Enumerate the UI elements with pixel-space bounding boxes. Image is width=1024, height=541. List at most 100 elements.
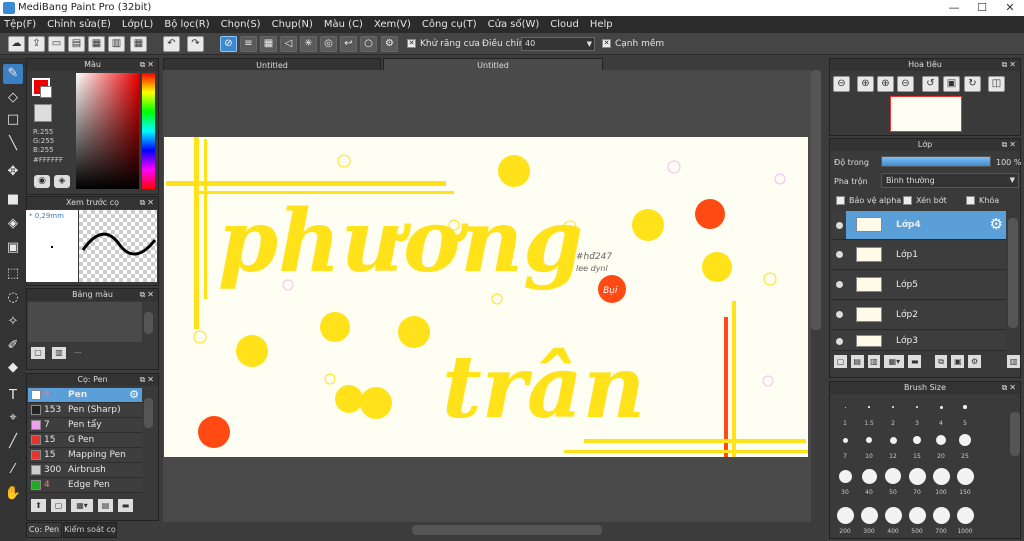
soft-edge-checkbox[interactable]: ✕ (602, 39, 611, 48)
brush-size-dot[interactable] (908, 506, 926, 524)
brush-size-dot[interactable] (956, 467, 974, 485)
dot-tool-icon[interactable]: □ (3, 110, 23, 130)
layer-folder-icon[interactable]: ▬ (908, 355, 922, 368)
operation-tool-icon[interactable]: ⌖ (3, 408, 23, 428)
brush-size-dot[interactable] (913, 436, 921, 444)
menu-select[interactable]: Chọn(S) (221, 19, 261, 30)
palette-area[interactable] (28, 302, 142, 342)
gear-icon[interactable]: ⚙ (129, 388, 139, 401)
zoom-actual-icon[interactable]: ⊖ (897, 76, 914, 92)
color-picker-icon[interactable]: ◈ (54, 175, 70, 188)
snap-settings-icon[interactable]: ⚙ (381, 36, 398, 52)
duplicate-layer-icon[interactable]: ⧉ (934, 355, 948, 368)
trash-icon[interactable]: ▥ (52, 347, 66, 359)
layer-scrollbar[interactable] (1008, 218, 1018, 328)
new-halftone-layer-icon[interactable]: ▤ (850, 355, 864, 368)
eye-icon[interactable] (836, 222, 843, 229)
parallel-snap-icon[interactable]: ≡ (240, 36, 257, 52)
add-brush-icon[interactable]: ⬆ (31, 499, 46, 512)
grid-icon[interactable]: ▦ (130, 36, 147, 52)
eye-icon[interactable] (836, 311, 843, 318)
layer-row[interactable]: Lớp5 (832, 271, 1006, 300)
lasso-tool-icon[interactable]: ◌ (3, 288, 23, 308)
export-icon[interactable]: ⇪ (28, 36, 45, 52)
saturation-value-picker[interactable] (76, 73, 139, 189)
tab-brush-control[interactable]: Kiểm soát cọ (63, 522, 117, 538)
menu-tools[interactable]: Công cụ(T) (422, 19, 477, 30)
hand-tool-icon[interactable]: ✋ (3, 484, 23, 504)
zoom-in-icon[interactable]: ⊕ (857, 76, 874, 92)
opacity-slider[interactable] (881, 156, 991, 167)
snap-off-icon[interactable]: ⊘ (220, 36, 237, 52)
zoom-out-icon[interactable]: ⊖ (833, 76, 850, 92)
chat-icon[interactable]: ▭ (48, 36, 65, 52)
brush-size-dot[interactable] (959, 434, 971, 446)
gear-icon[interactable]: ⚙ (990, 215, 1003, 233)
gradient-tool-icon[interactable]: ▣ (3, 238, 23, 258)
select-pen-icon[interactable]: ✐ (3, 336, 23, 356)
tab-brush[interactable]: Cọ: Pen (26, 522, 62, 538)
brush-item[interactable]: 153 Pen (Sharp) (28, 403, 142, 418)
canvas-vertical-scrollbar[interactable] (811, 70, 821, 330)
folder-icon[interactable]: ▬ (118, 499, 133, 512)
fit-window-icon[interactable]: ▣ (943, 76, 960, 92)
menu-filter[interactable]: Bộ lọc(R) (164, 19, 209, 30)
rotate-left-icon[interactable]: ↺ (922, 76, 939, 92)
brush-settings-icon[interactable]: ▤ (98, 499, 113, 512)
layer-menu-icon[interactable]: ▦▾ (884, 355, 905, 368)
brush-size-dot[interactable] (838, 469, 852, 483)
brush-item[interactable]: 4 Pen ⚙ (28, 388, 142, 403)
flip-icon[interactable]: ◫ (988, 76, 1005, 92)
eye-icon[interactable] (836, 251, 843, 258)
fill-rect-icon[interactable]: ■ (3, 190, 23, 210)
rotate-right-icon[interactable]: ↻ (964, 76, 981, 92)
bucket-tool-icon[interactable]: ◈ (3, 214, 23, 234)
clipping-checkbox[interactable] (903, 196, 912, 205)
delete-layer-icon[interactable]: ▥ (1007, 355, 1021, 368)
divide-tool-icon[interactable]: ╱ (3, 432, 23, 452)
brush-size-dot[interactable] (866, 437, 872, 443)
layer-row[interactable]: Lớp2 (832, 301, 1006, 330)
transparent-color-swatch[interactable] (34, 104, 52, 122)
brush-item[interactable]: 300 Airbrush (28, 463, 142, 478)
menu-view[interactable]: Xem(V) (374, 19, 411, 30)
redo-icon[interactable]: ↷ (187, 36, 204, 52)
curve-snap-icon[interactable]: ↩ (340, 36, 357, 52)
layer-settings-icon[interactable]: ⚙ (968, 355, 982, 368)
circle-snap-icon[interactable]: ◎ (320, 36, 337, 52)
image-layer-icon[interactable]: ▥ (867, 355, 881, 368)
panel-close-icon[interactable]: ⧉✕ (140, 197, 156, 209)
menu-window[interactable]: Cửa số(W) (488, 19, 540, 30)
minimize-button[interactable]: — (940, 0, 968, 16)
layer-row[interactable]: Lớp3 (832, 331, 1006, 351)
panel-close-icon[interactable]: ⧉✕ (1002, 139, 1018, 151)
brush-size-dot[interactable] (868, 406, 870, 408)
menu-help[interactable]: Help (590, 19, 613, 30)
cloud-icon[interactable]: ☁ (8, 36, 25, 52)
panel-close-icon[interactable]: ⧉✕ (1002, 382, 1018, 394)
layer-row[interactable]: Lớp1 (832, 241, 1006, 270)
layer-row[interactable]: Lớp4 ⚙ (846, 211, 1006, 240)
new-brush-icon[interactable]: ▢ (51, 499, 66, 512)
panel-close-icon[interactable]: ⧉✕ (140, 289, 156, 301)
brush-size-dot[interactable] (860, 506, 878, 524)
new-file-icon[interactable]: ▤ (68, 36, 85, 52)
move-tool-icon[interactable]: ✥ (3, 162, 23, 182)
menu-cloud[interactable]: Cloud (550, 19, 579, 30)
maximize-button[interactable]: ☐ (968, 0, 996, 16)
correction-select[interactable]: 40 ▼ (521, 37, 595, 51)
brush-size-dot[interactable] (884, 506, 902, 524)
protect-alpha-checkbox[interactable] (836, 196, 845, 205)
panel-close-icon[interactable]: ⧉✕ (140, 59, 156, 71)
text-tool-icon[interactable]: T (3, 386, 23, 406)
palette-scrollbar[interactable] (144, 312, 153, 334)
color-wheel-icon[interactable]: ◉ (34, 175, 50, 188)
menu-file[interactable]: Tệp(F) (4, 19, 36, 30)
canvas-horizontal-scrollbar[interactable] (412, 525, 602, 535)
brush-size-dot[interactable] (939, 405, 943, 409)
brush-tool-icon[interactable]: ✎ (3, 64, 23, 84)
radial-snap-icon[interactable]: ✳ (300, 36, 317, 52)
eraser-tool-icon[interactable]: ◇ (3, 88, 23, 108)
brush-size-dot[interactable] (932, 467, 950, 485)
brush-item[interactable]: 4 Edge Pen (28, 478, 142, 493)
